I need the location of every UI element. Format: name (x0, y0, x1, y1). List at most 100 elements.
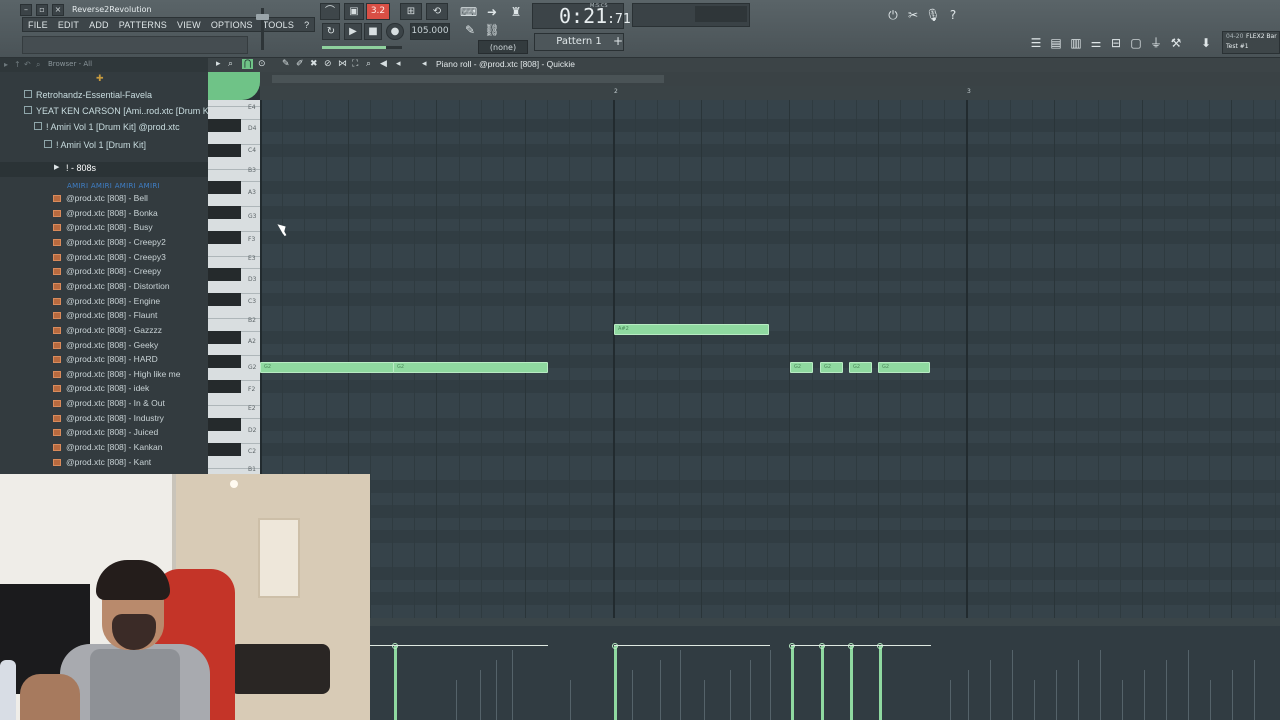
news-panel[interactable]: 04-20 FLEX2 Bar Test #1 (1222, 31, 1280, 54)
velocity-bar[interactable] (791, 646, 794, 720)
menu-help[interactable]: ? (299, 18, 314, 31)
playlist-icon[interactable]: ☰ (1028, 35, 1044, 51)
sample-item[interactable]: @prod.xtc [808] - Kankan (0, 441, 208, 455)
black-key[interactable] (208, 417, 241, 431)
black-key[interactable] (208, 143, 241, 157)
master-volume-slider[interactable] (255, 4, 283, 54)
midi-note[interactable]: G2 (260, 362, 394, 373)
sample-item[interactable]: @prod.xtc [808] - Bell (0, 192, 208, 206)
velocity-editor-divider[interactable] (370, 618, 1280, 626)
stop-button[interactable]: ■ (364, 23, 382, 40)
link-icon[interactable]: ⛓ (484, 22, 500, 38)
browser-icon[interactable]: ⊟ (1108, 35, 1124, 51)
black-key[interactable] (208, 442, 241, 456)
snap-select[interactable]: (none) (478, 40, 528, 54)
browser-folder[interactable]: YEAT KEN CARSON [Ami..rod.xtc [Drum Kit] (0, 105, 216, 120)
velocity-handle[interactable] (789, 643, 795, 649)
velocity-handle[interactable] (877, 643, 883, 649)
browser-folder[interactable]: Retrohandz-Essential-Favela (0, 89, 208, 104)
sample-item[interactable]: @prod.xtc [808] - Bonka (0, 207, 208, 221)
pattern-selector[interactable]: Pattern 1 (534, 33, 624, 51)
midi-note[interactable]: G2 (878, 362, 930, 373)
menu-add[interactable]: ADD (84, 18, 114, 31)
velocity-handle[interactable] (848, 643, 854, 649)
black-key[interactable] (208, 206, 241, 220)
sample-item[interactable]: @prod.xtc [808] - Industry (0, 412, 208, 426)
black-key[interactable] (208, 118, 241, 132)
record-button[interactable]: ● (386, 23, 404, 40)
step-edit-icon[interactable]: ⊞ (400, 3, 422, 20)
sample-item[interactable]: @prod.xtc [808] - Creepy (0, 265, 208, 279)
sample-item[interactable]: @prod.xtc [808] - In & Out (0, 397, 208, 411)
velocity-bar[interactable] (850, 646, 853, 720)
help-icon[interactable]: ? (945, 7, 961, 23)
browser-up-icon[interactable]: ↑ (14, 60, 21, 69)
browser-folder[interactable]: ! Amiri Vol 1 [Drum Kit] (0, 139, 208, 154)
piano-roll-icon[interactable]: ▥ (1068, 35, 1084, 51)
sample-item[interactable]: @prod.xtc [808] - Flaunt (0, 309, 208, 323)
sample-item[interactable]: @prod.xtc [808] - idek (0, 382, 208, 396)
metronome-icon[interactable]: ⌒ (320, 3, 340, 20)
browser-folder[interactable]: ! Amiri Vol 1 [Drum Kit] @prod.xtc (0, 121, 208, 136)
velocity-bar[interactable] (394, 646, 397, 720)
master-volume-handle[interactable] (256, 14, 269, 20)
browser-add-icon[interactable]: ✚ (96, 74, 104, 84)
pencil-icon[interactable]: ✎ (462, 22, 478, 38)
wait-record-icon[interactable]: ▣ (344, 3, 364, 20)
menu-file[interactable]: FILE (23, 18, 53, 31)
piano-roll-menu-icon[interactable]: ▸ (216, 59, 221, 69)
typing-keyboard-icon[interactable]: ⌨ (460, 4, 477, 20)
midi-note[interactable]: G2 (820, 362, 843, 373)
select-tool-icon[interactable]: ⛶ (352, 59, 358, 69)
cut-icon[interactable]: ✂ (905, 7, 921, 23)
piano-keyboard[interactable]: E4 D4 C4 B3 A3 G3 F3 E3 D3 C3 B2 A2 G2 F2 E2 D2 C2 B1 (208, 100, 260, 474)
menu-view[interactable]: VIEW (172, 18, 206, 31)
draw-tool-icon[interactable]: ✎ (282, 59, 290, 69)
velocity-handle[interactable] (612, 643, 618, 649)
mixer-icon[interactable]: ⚌ (1088, 35, 1104, 51)
time-display[interactable]: 0:21:71 (532, 3, 631, 29)
black-key[interactable] (208, 230, 241, 244)
velocity-bar[interactable] (614, 646, 617, 720)
black-key[interactable] (208, 268, 241, 282)
channel-rack-icon[interactable]: ▤ (1048, 35, 1064, 51)
pattern-song-toggle[interactable]: 3.2 (366, 3, 390, 20)
loop-record-icon[interactable]: ⟲ (426, 3, 448, 20)
minimize-icon[interactable]: – (20, 3, 32, 16)
add-pattern-button[interactable]: + (612, 33, 624, 51)
velocity-handle[interactable] (392, 643, 398, 649)
velocity-bar[interactable] (821, 646, 824, 720)
sample-item[interactable]: @prod.xtc [808] - Gazzzz (0, 324, 208, 338)
browser-folder[interactable]: ▶ ! - 808s (0, 162, 208, 177)
piano-roll-options-icon[interactable]: ◂ (396, 59, 401, 69)
sample-item[interactable]: @prod.xtc [808] - Creepy3 (0, 251, 208, 265)
microphone-icon[interactable]: 🎙 (925, 7, 941, 23)
browser-search-icon[interactable]: ⌕ (36, 60, 40, 70)
tempo-display[interactable]: 105.000 (410, 23, 450, 40)
midi-note[interactable]: G2 (393, 362, 548, 373)
sample-item[interactable]: @prod.xtc [808] - Kant (0, 456, 208, 470)
velocity-handle[interactable] (819, 643, 825, 649)
midi-note[interactable]: G2 (849, 362, 872, 373)
close-icon[interactable]: × (52, 3, 64, 16)
midi-note[interactable]: G2 (790, 362, 813, 373)
power-icon[interactable]: ⏻ (885, 7, 901, 23)
plugin-icon[interactable]: ▢ (1128, 35, 1144, 51)
sample-item[interactable]: @prod.xtc [808] - Juiced (0, 426, 208, 440)
loop-icon[interactable]: ↻ (322, 23, 340, 40)
master-pitch-slider[interactable] (322, 46, 402, 49)
black-key[interactable] (208, 181, 241, 195)
sample-item[interactable]: @prod.xtc [808] - Distortion (0, 280, 208, 294)
paint-tool-icon[interactable]: ✐ (296, 59, 304, 69)
delete-tool-icon[interactable]: ✖ (310, 59, 318, 69)
snap-icon[interactable]: ⋂ (242, 59, 254, 69)
midi-note[interactable]: A#2 (614, 324, 769, 335)
ruler-corner[interactable] (208, 72, 260, 100)
sample-item[interactable]: @prod.xtc [808] - Busy (0, 221, 208, 235)
browser-menu-icon[interactable]: ▸ (4, 60, 8, 69)
velocity-bar[interactable] (879, 646, 882, 720)
sample-item[interactable]: @prod.xtc [808] - HARD (0, 353, 208, 367)
plug-icon[interactable]: ⏚ (1148, 35, 1164, 51)
zoom-tool-icon[interactable]: ⌕ (366, 59, 371, 69)
piano-roll-arrow-icon[interactable]: ◂ (422, 59, 427, 69)
